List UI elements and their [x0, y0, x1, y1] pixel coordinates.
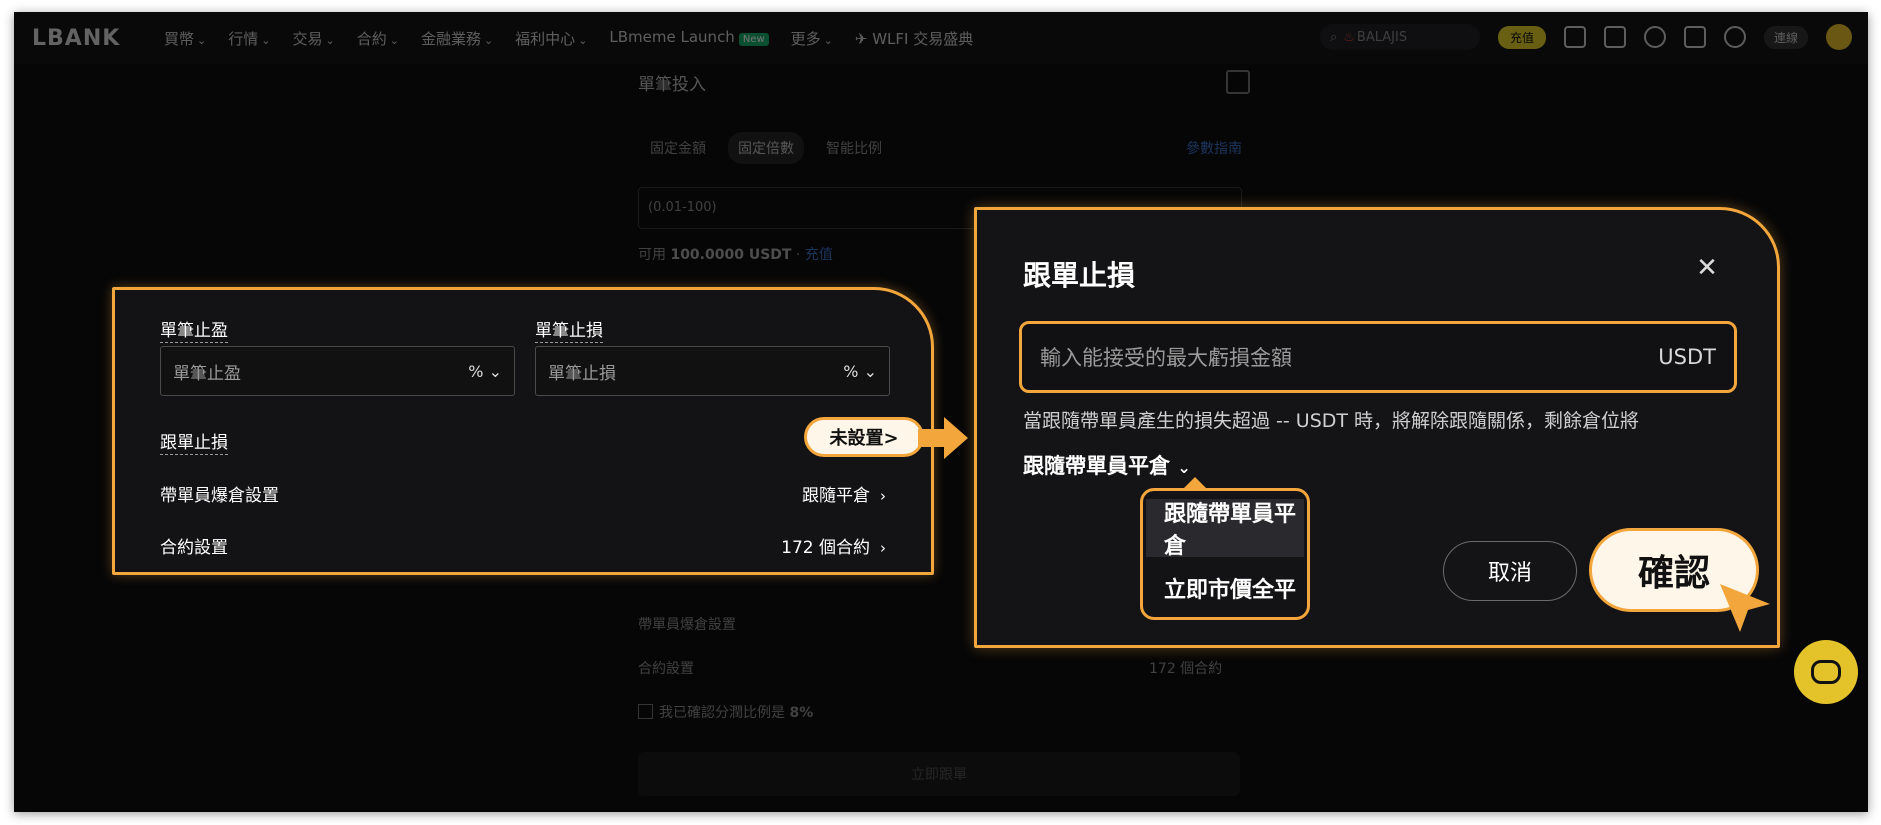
- tab-smart-ratio[interactable]: 智能比例: [826, 138, 882, 158]
- unit-dropdown[interactable]: % ⌄: [843, 362, 877, 381]
- multiple-input-placeholder: (0.01-100): [648, 200, 717, 215]
- profit-share-confirm[interactable]: 我已確認分潤比例是 8%: [638, 702, 813, 722]
- search-input[interactable]: ⌕ ♨ BALAJIS: [1319, 24, 1480, 50]
- unit-dropdown[interactable]: % ⌄: [468, 362, 502, 381]
- chevron-down-icon: ⌄: [483, 34, 494, 47]
- chevron-down-icon: ⌄: [488, 361, 502, 381]
- globe-icon[interactable]: [1723, 26, 1746, 48]
- tab-fixed-multiple[interactable]: 固定倍數: [728, 132, 804, 164]
- modal-title: 跟單止損: [1023, 259, 1136, 292]
- nav-item-lbmeme[interactable]: LBmeme Launch New: [609, 28, 769, 49]
- copy-stop-loss-modal: 跟單止損 ✕ 輸入能接受的最大虧損金額 USDT 當跟隨帶單員產生的損失超過 --…: [974, 207, 1780, 648]
- stop-loss-label: 單筆止損: [535, 316, 603, 343]
- input-unit: USDT: [1658, 345, 1716, 369]
- chevron-down-icon: ⌄: [389, 34, 399, 47]
- cursor-icon: [1720, 584, 1770, 632]
- new-badge: New: [738, 33, 769, 46]
- max-loss-input[interactable]: 輸入能接受的最大虧損金額 USDT: [1019, 321, 1737, 393]
- nav-item-finance[interactable]: 金融業務 ⌄: [421, 28, 493, 49]
- nav-item-more[interactable]: 更多 ⌄: [791, 28, 833, 49]
- tab-fixed-amount[interactable]: 固定金額: [650, 138, 706, 158]
- avatar[interactable]: [1826, 24, 1852, 50]
- close-mode-dropdown[interactable]: 跟隨帶單員平倉 ⌄: [1023, 450, 1191, 480]
- chevron-down-icon: ⌄: [261, 34, 271, 47]
- plane-icon: ✈: [854, 30, 873, 48]
- nav-item-rewards[interactable]: 福利中心 ⌄: [515, 28, 587, 49]
- top-nav: LBANK 買幣 ⌄ 行情 ⌄ 交易 ⌄ 合約 ⌄ 金融業務 ⌄ 福利中心 ⌄ LBmeme…: [14, 12, 1868, 64]
- download-icon[interactable]: [1683, 26, 1706, 48]
- chevron-down-icon: ⌄: [863, 361, 877, 381]
- section-title: 單筆投入: [638, 75, 706, 95]
- close-icon[interactable]: ✕: [1693, 254, 1721, 282]
- contract-setting-label: 合約設置: [160, 538, 228, 558]
- connect-button[interactable]: 連線: [1763, 25, 1808, 49]
- chevron-down-icon: ⌄: [197, 34, 207, 47]
- nav-menu: 買幣 ⌄ 行情 ⌄ 交易 ⌄ 合約 ⌄ 金融業務 ⌄ 福利中心 ⌄ LBmeme Launc…: [164, 28, 973, 49]
- bg-contract-label: 合約設置: [638, 661, 694, 677]
- bell-icon[interactable]: [1643, 26, 1666, 48]
- contract-setting-value[interactable]: 172 個合約 ›: [781, 533, 886, 558]
- bg-contract-value: 172 個合約: [1149, 661, 1223, 677]
- params-guide-link[interactable]: 參數指南: [1186, 138, 1242, 158]
- pointer-arrow-icon: [918, 417, 968, 459]
- option-market-close-all[interactable]: 立即市價全平: [1146, 559, 1304, 617]
- checkbox[interactable]: [638, 704, 653, 719]
- chat-button[interactable]: [1794, 640, 1858, 704]
- help-text: 當跟隨帶單員產生的損失超過 -- USDT 時，將解除跟隨關係，剩餘倉位將: [1023, 410, 1640, 432]
- take-profit-label: 單筆止盈: [160, 316, 228, 343]
- wallet-icon[interactable]: [1563, 26, 1586, 48]
- chevron-down-icon: ⌄: [325, 34, 335, 47]
- bg-liq-label: 帶單員爆倉設置: [638, 617, 736, 633]
- search-icon: ⌕: [1329, 29, 1338, 45]
- stop-loss-input[interactable]: 單筆止損% ⌄: [535, 346, 890, 396]
- nav-right: ⌕ ♨ BALAJIS 充值 連線: [1319, 24, 1852, 50]
- nav-item-buy[interactable]: 買幣 ⌄: [164, 28, 206, 49]
- chevron-down-icon: ⌄: [1177, 458, 1191, 477]
- brand-logo[interactable]: LBANK: [32, 26, 120, 51]
- orders-icon[interactable]: [1603, 26, 1626, 48]
- nav-item-markets[interactable]: 行情 ⌄: [228, 28, 270, 49]
- chevron-down-icon: ⌄: [823, 34, 833, 47]
- chevron-right-icon: ›: [880, 487, 886, 505]
- nav-item-trade[interactable]: 交易 ⌄: [292, 28, 334, 49]
- chat-icon: [1811, 660, 1841, 684]
- copy-stop-loss-label: 跟單止損: [160, 428, 228, 455]
- chevron-right-icon: ›: [880, 539, 886, 557]
- copy-stop-loss-unset-button[interactable]: 未設置>: [804, 417, 924, 457]
- liquidation-setting-label: 帶單員爆倉設置: [160, 486, 279, 506]
- take-profit-input[interactable]: 單筆止盈% ⌄: [160, 346, 515, 396]
- chevron-down-icon: ⌄: [578, 34, 588, 47]
- nav-item-wlfi[interactable]: ✈ WLFI 交易盛典: [855, 28, 973, 49]
- close-mode-menu: 跟隨帶單員平倉 立即市價全平: [1140, 477, 1310, 620]
- deposit-button[interactable]: 充值: [1497, 25, 1546, 49]
- follow-now-button[interactable]: 立即跟單: [638, 752, 1240, 796]
- fire-icon: ♨: [1343, 29, 1355, 45]
- cancel-button[interactable]: 取消: [1443, 541, 1577, 601]
- history-icon[interactable]: [1226, 70, 1250, 94]
- available-balance: 可用 100.0000 USDT · 充值: [638, 247, 833, 263]
- nav-item-futures[interactable]: 合約 ⌄: [357, 28, 399, 49]
- option-follow-close[interactable]: 跟隨帶單員平倉: [1146, 499, 1304, 559]
- liquidation-setting-value[interactable]: 跟隨平倉 ›: [802, 481, 886, 506]
